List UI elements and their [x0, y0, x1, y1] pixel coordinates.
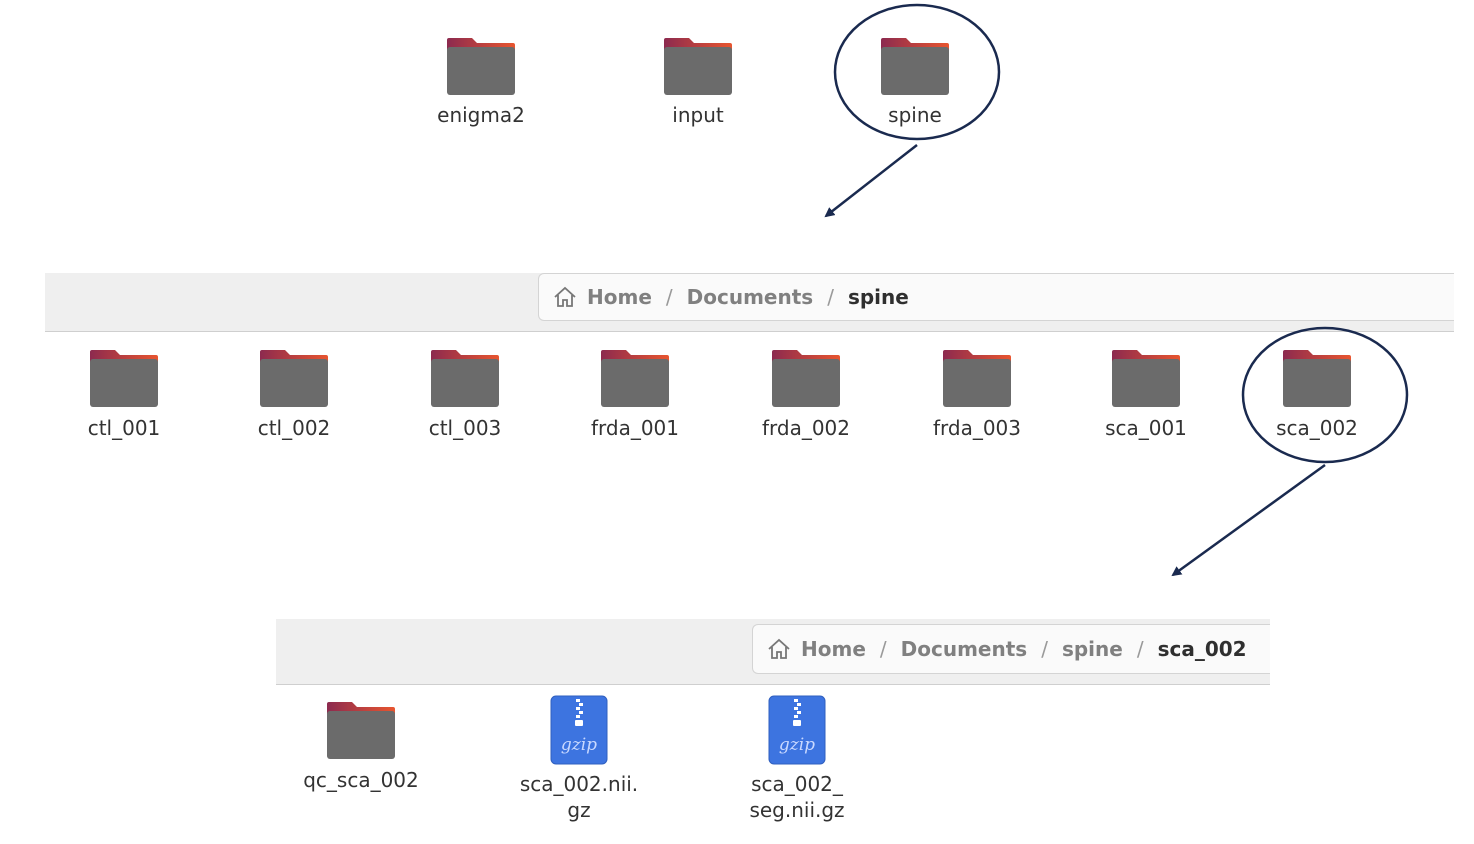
arrow-to-spine-view [824, 144, 918, 218]
arrow-to-sca-002-view [1171, 463, 1326, 577]
highlight-circle-sca-002 [1241, 326, 1409, 464]
highlight-circle-spine [833, 3, 1001, 141]
annotation-overlay [824, 3, 1409, 577]
